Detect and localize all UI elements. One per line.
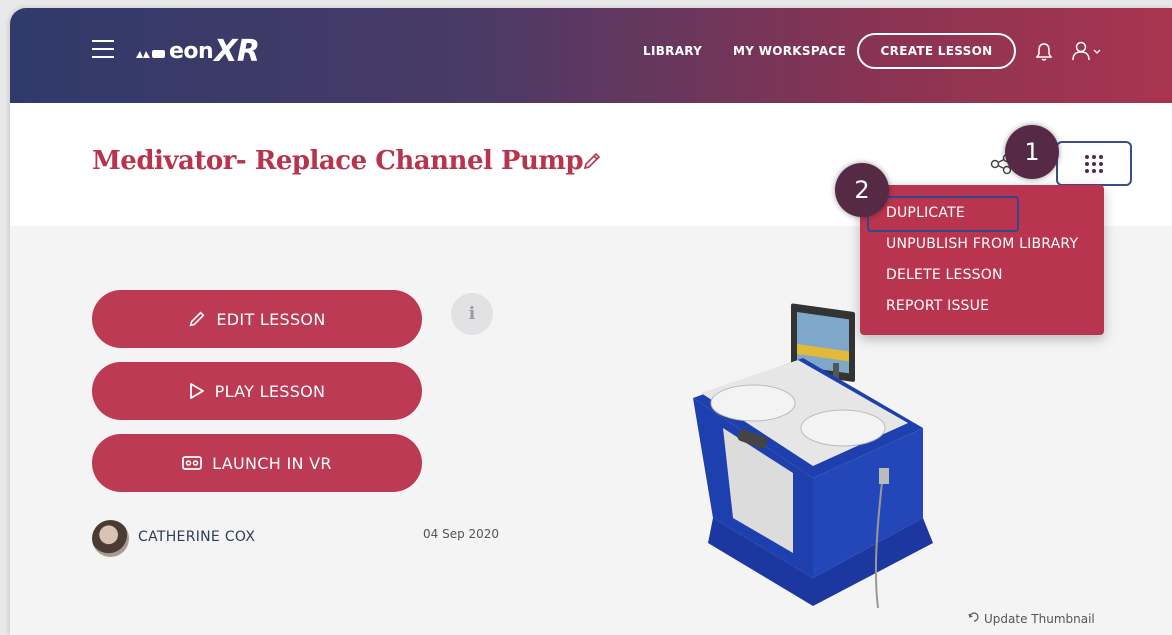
more-options-button[interactable] [1056,141,1132,186]
play-lesson-label: PLAY LESSON [214,381,326,401]
grid-dots-icon [1085,154,1103,173]
edit-title-pencil-icon[interactable] [582,151,602,171]
logo-xr-text: XR [214,34,260,69]
eonxr-logo[interactable]: eon XR [136,34,260,69]
user-account-icon[interactable] [1072,41,1102,61]
logo-mark-icon [136,49,165,58]
edit-lesson-button[interactable]: EDIT LESSON [92,290,422,348]
edit-lesson-label: EDIT LESSON [216,309,326,329]
play-icon [189,383,204,399]
callout-badge-2: 2 [835,163,889,217]
callout-badge-1: 1 [1005,125,1059,179]
author-avatar [92,520,129,557]
vr-headset-icon [182,456,203,470]
update-thumbnail-link[interactable]: Update Thumbnail [968,611,1095,626]
update-thumbnail-label: Update Thumbnail [984,611,1095,626]
notification-bell-icon[interactable] [1035,42,1053,62]
menu-item-unpublish[interactable]: UNPUBLISH FROM LIBRARY [886,236,1078,252]
lesson-date: 04 Sep 2020 [423,527,500,541]
nav-library-link[interactable]: LIBRARY [643,44,702,58]
duplicate-highlight-box [867,196,1019,232]
lesson-title: Medivator- Replace Channel Pump [92,146,584,176]
info-button[interactable]: i [451,293,493,335]
menu-item-delete-lesson[interactable]: DELETE LESSON [886,267,1003,283]
logo-text: eon [169,39,214,64]
app-window: eon XR LIBRARY MY WORKSPACE CREATE LESSO… [10,8,1172,635]
nav-my-workspace-link[interactable]: MY WORKSPACE [733,44,846,58]
play-lesson-button[interactable]: PLAY LESSON [92,362,422,420]
refresh-icon [968,611,980,626]
top-navigation-bar: eon XR LIBRARY MY WORKSPACE CREATE LESSO… [10,8,1172,103]
launch-in-vr-label: LAUNCH IN VR [212,453,332,473]
pencil-icon [189,311,205,327]
hamburger-menu-icon[interactable] [92,40,114,58]
author-name: CATHERINE COX [138,529,256,545]
create-lesson-button[interactable]: CREATE LESSON [857,33,1016,69]
launch-in-vr-button[interactable]: LAUNCH IN VR [92,434,422,492]
lesson-thumbnail-machine-image [693,303,933,609]
menu-item-report-issue[interactable]: REPORT ISSUE [886,298,989,314]
